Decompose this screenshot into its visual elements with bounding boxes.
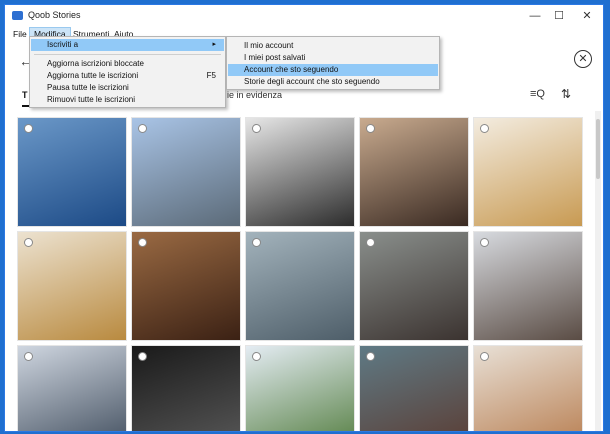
tab-all[interactable]: T <box>22 90 28 100</box>
modifica-menu: Iscriviti a ▸ Aggiorna iscrizioni blocca… <box>29 36 226 108</box>
photo-tile-glass-store[interactable] <box>245 231 355 341</box>
select-circle-icon[interactable] <box>480 352 489 361</box>
select-circle-icon[interactable] <box>24 124 33 133</box>
select-circle-icon[interactable] <box>366 238 375 247</box>
window-title: Qoob Stories <box>28 10 81 20</box>
select-circle-icon[interactable] <box>480 238 489 247</box>
select-circle-icon[interactable] <box>138 238 147 247</box>
menu-item-rimuovi-tutte[interactable]: Rimuovi tutte le iscrizioni <box>31 94 224 106</box>
close-button[interactable]: ✕ <box>573 7 601 25</box>
photo-tile-dome-ceiling[interactable] <box>17 117 127 227</box>
menu-item-label: Iscriviti a <box>47 40 79 49</box>
menu-file[interactable]: File <box>9 27 31 42</box>
filter-search-icon[interactable]: ≡Q <box>530 88 545 100</box>
photo-tile-cup-on-table[interactable] <box>359 117 469 227</box>
sort-icon[interactable]: ⇅ <box>561 87 571 101</box>
maximize-button[interactable]: ☐ <box>545 7 573 25</box>
menu-shortcut: F5 <box>206 71 216 80</box>
photo-grid <box>17 117 587 431</box>
close-circle-icon[interactable]: ✕ <box>574 50 592 68</box>
select-circle-icon[interactable] <box>138 124 147 133</box>
photo-tile-crowd-event[interactable] <box>17 345 127 431</box>
photo-tile-waffle-cake-2[interactable] <box>17 231 127 341</box>
submenu-item-account-seguiti[interactable]: Account che sto seguendo <box>228 64 438 76</box>
select-circle-icon[interactable] <box>252 238 261 247</box>
menu-item-label: Rimuovi tutte le iscrizioni <box>47 95 136 104</box>
menu-item-label: I miei post salvati <box>244 53 306 62</box>
photo-tile-tablet-dark[interactable] <box>245 117 355 227</box>
menu-item-label: Account che sto seguendo <box>244 65 339 74</box>
photo-tile-bubbles-plaza[interactable] <box>131 117 241 227</box>
select-circle-icon[interactable] <box>24 352 33 361</box>
menu-item-label: Il mio account <box>244 41 294 50</box>
select-circle-icon[interactable] <box>138 352 147 361</box>
menu-item-iscriviti[interactable]: Iscriviti a ▸ <box>31 39 224 51</box>
submenu-item-post-salvati[interactable]: I miei post salvati <box>228 52 438 64</box>
photo-tile-waffle-cake[interactable] <box>473 117 583 227</box>
scrollbar-thumb[interactable] <box>596 119 600 179</box>
submenu-arrow-icon: ▸ <box>212 41 216 48</box>
photo-tile-tree-outdoor[interactable] <box>245 345 355 431</box>
menu-item-label: Aggiorna tutte le iscrizioni <box>47 71 139 80</box>
select-circle-icon[interactable] <box>24 238 33 247</box>
menu-item-label: Pausa tutte le iscrizioni <box>47 83 129 92</box>
title-bar: Qoob Stories — ☐ ✕ <box>5 5 603 27</box>
iscriviti-submenu: Il mio account I miei post salvati Accou… <box>226 36 440 90</box>
photo-tile-phone-box[interactable] <box>473 345 583 431</box>
submenu-item-storie-seguiti[interactable]: Storie degli account che sto seguendo <box>228 76 438 88</box>
photo-tile-presentation[interactable] <box>131 345 241 431</box>
vertical-scrollbar[interactable] <box>595 111 601 431</box>
menu-item-aggiorna-bloccate[interactable]: Aggiorna iscrizioni bloccate <box>31 58 224 70</box>
select-circle-icon[interactable] <box>252 352 261 361</box>
photo-tile-selfie-outdoor[interactable] <box>359 345 469 431</box>
menu-item-aggiorna-tutte[interactable]: Aggiorna tutte le iscrizioni F5 <box>31 70 224 82</box>
menu-item-label: Storie degli account che sto seguendo <box>244 77 380 86</box>
submenu-item-mio-account[interactable]: Il mio account <box>228 40 438 52</box>
app-icon <box>12 11 23 20</box>
select-circle-icon[interactable] <box>252 124 261 133</box>
select-circle-icon[interactable] <box>366 124 375 133</box>
photo-tile-cup-on-tray[interactable] <box>131 231 241 341</box>
photo-tile-selfie-store[interactable] <box>359 231 469 341</box>
menu-item-pausa-tutte[interactable]: Pausa tutte le iscrizioni <box>31 82 224 94</box>
photo-tile-selfie-logo[interactable] <box>473 231 583 341</box>
select-circle-icon[interactable] <box>366 352 375 361</box>
menu-separator <box>34 54 221 55</box>
tab-highlights[interactable]: ie in evidenza <box>227 90 282 100</box>
menu-item-label: Aggiorna iscrizioni bloccate <box>47 59 144 68</box>
select-circle-icon[interactable] <box>480 124 489 133</box>
